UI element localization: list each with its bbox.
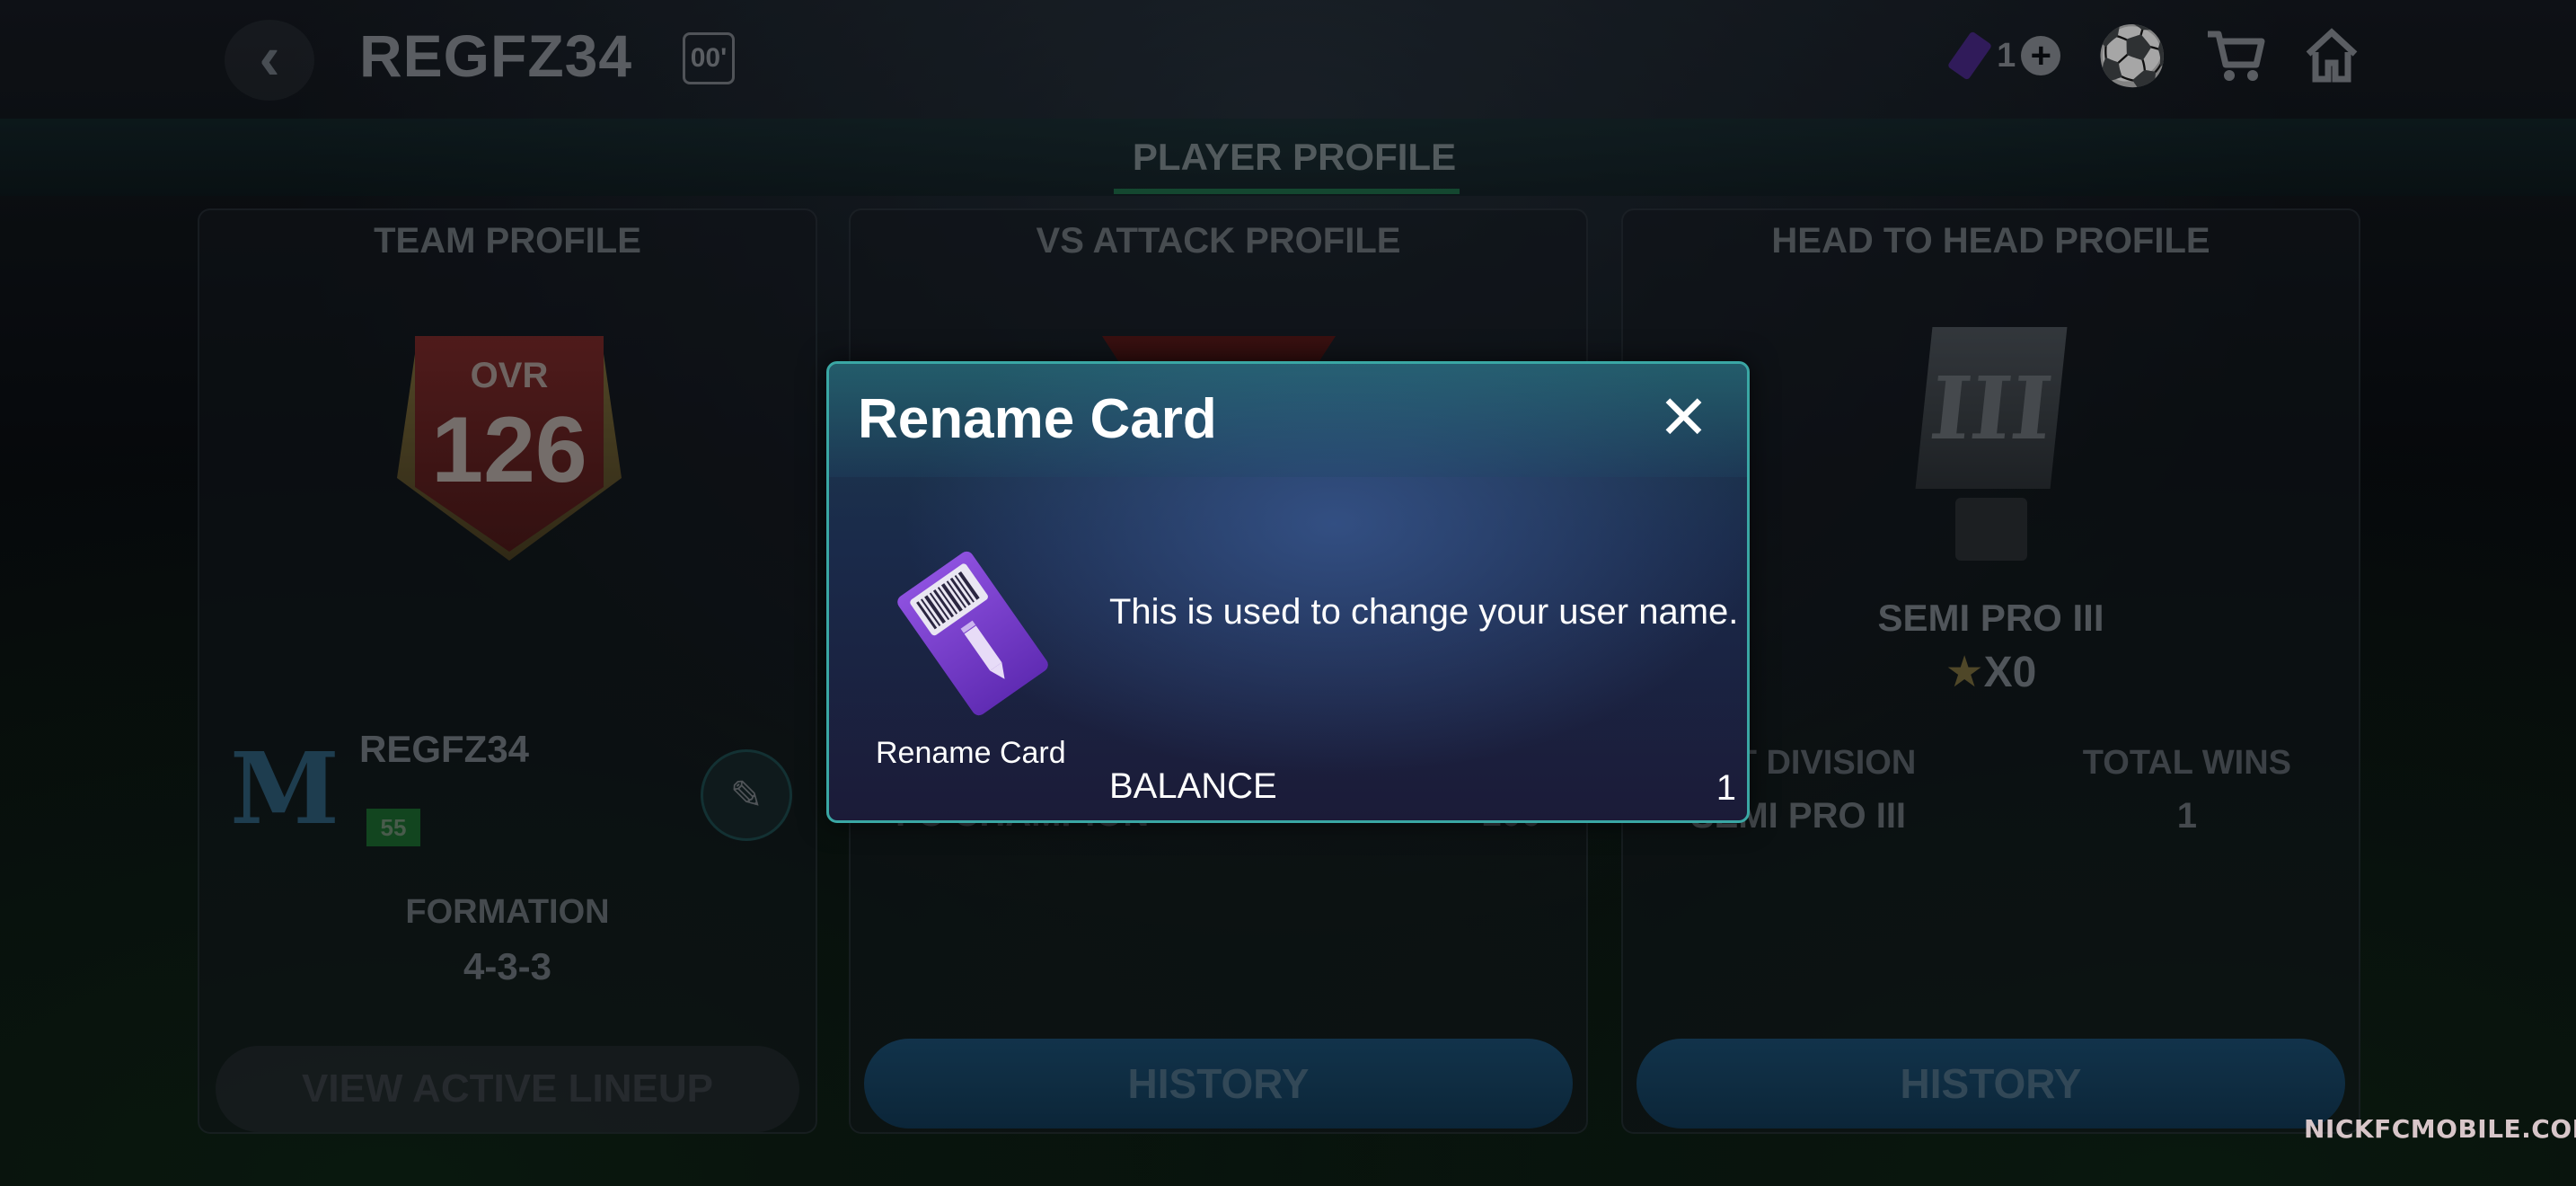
item-description: This is used to change your user name. (1109, 592, 1739, 632)
rename-card-ticket-icon (897, 551, 1048, 716)
rename-card-modal: Rename Card ✕ Rename Card This is used t… (826, 361, 1750, 823)
close-icon[interactable]: ✕ (1658, 387, 1709, 448)
watermark: NICKFCMOBILE.COM (2304, 1114, 2576, 1144)
balance-value: 1 (1716, 768, 1736, 808)
modal-title: Rename Card (858, 388, 1217, 450)
balance-label: BALANCE (1109, 766, 1277, 806)
item-label: Rename Card (876, 736, 1066, 770)
